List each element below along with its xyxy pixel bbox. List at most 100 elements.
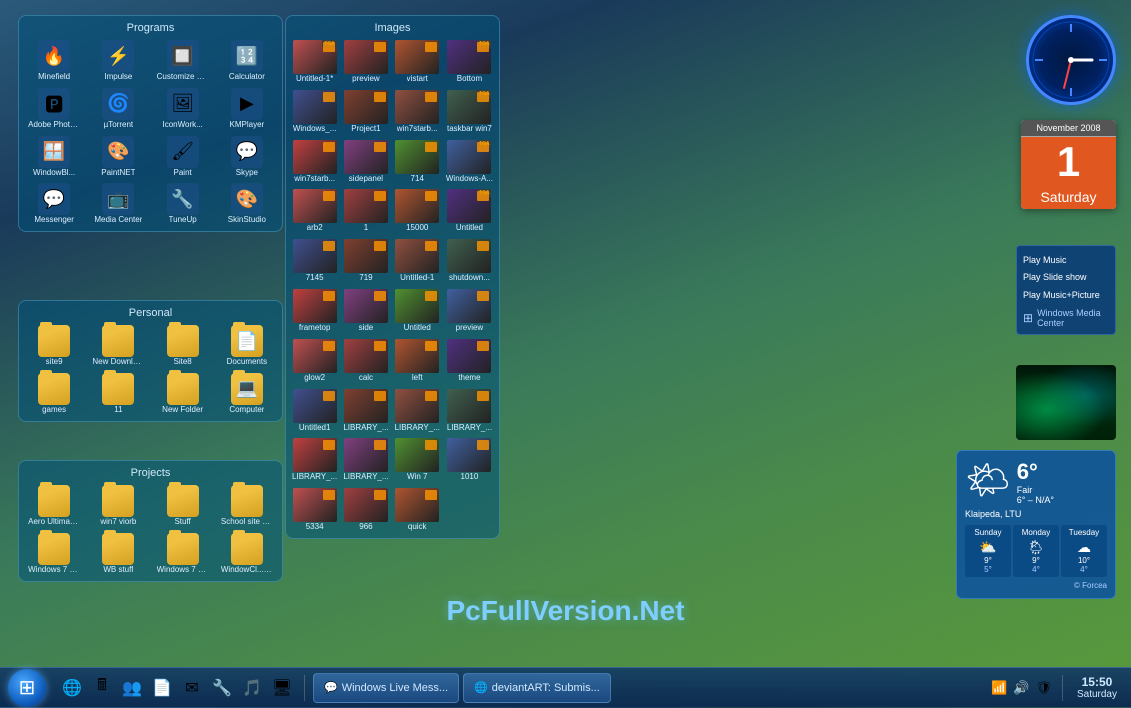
volume-icon[interactable]: 🔊 [1011, 678, 1031, 698]
image-item[interactable]: Untitled-1 [393, 237, 442, 285]
ie-icon[interactable]: 🌐 [58, 674, 86, 702]
image-item[interactable]: LIBRARY_... [444, 387, 495, 435]
image-item[interactable]: TGA Untitled [444, 187, 495, 235]
widget-calendar[interactable]: November 2008 1 Saturday [1021, 120, 1116, 209]
program-item[interactable]: 🔲 Customize Fences [152, 38, 214, 84]
media-slideshow[interactable]: Play Slide show [1023, 269, 1109, 286]
image-item[interactable]: LIBRARY_... [341, 387, 390, 435]
program-item[interactable]: 🎨 SkinStudio [216, 181, 278, 227]
image-item[interactable]: 5334 [290, 486, 339, 534]
program-item[interactable]: 🪟 WindowBl... [23, 134, 85, 180]
image-item[interactable]: 719 [341, 237, 390, 285]
program-item[interactable]: 🌀 µTorrent [87, 86, 149, 132]
image-item[interactable]: side [341, 287, 390, 335]
program-item[interactable]: 💬 Messenger [23, 181, 85, 227]
project-item[interactable]: win7 viorb [87, 483, 149, 529]
widget-clock[interactable] [1026, 15, 1116, 105]
project-item[interactable]: Aero Ultimate 7 [23, 483, 85, 529]
weather-forecast: Sunday ⛅ 9°5° Monday 🌦 9°4° Tuesday ☁ 10… [965, 525, 1107, 577]
program-item[interactable]: ⚡ Impulse [87, 38, 149, 84]
program-item[interactable]: 🖌 Paint [152, 134, 214, 180]
security-icon[interactable]: 🛡 [1033, 678, 1054, 698]
media-music-picture[interactable]: Play Music+Picture [1023, 287, 1109, 304]
project-item[interactable]: WindowCl... image [216, 531, 278, 577]
program-item[interactable]: 💬 Skype [216, 134, 278, 180]
image-item[interactable]: Untitled [393, 287, 442, 335]
widget-weather[interactable]: 🌤 6° Fair 6° – N/A° Klaipeda, LTU Sunday… [956, 450, 1116, 599]
project-item[interactable]: School site project [216, 483, 278, 529]
image-thumbnail [447, 239, 491, 273]
word-taskbar-icon[interactable]: 📄 [148, 674, 176, 702]
image-item[interactable]: arb2 [290, 187, 339, 235]
image-item[interactable]: Windows_... [290, 88, 339, 136]
image-item[interactable]: 15000 [393, 187, 442, 235]
image-item[interactable]: preview [341, 38, 390, 86]
personal-item[interactable]: games [23, 371, 85, 417]
program-item[interactable]: 🅿 Adobe Photoshop [23, 86, 85, 132]
image-item[interactable]: calc [341, 337, 390, 385]
image-item[interactable]: quick [393, 486, 442, 534]
start-button[interactable]: ⊞ [0, 668, 54, 708]
image-item[interactable]: shutdown... [444, 237, 495, 285]
program-item[interactable]: 📺 Media Center [87, 181, 149, 227]
program-item[interactable]: ▶ KMPlayer [216, 86, 278, 132]
clock-taskbar[interactable]: 15:50 Saturday [1071, 675, 1123, 700]
image-item[interactable]: TGA taskbar win7 [444, 88, 495, 136]
program-item[interactable]: 🔢 Calculator [216, 38, 278, 84]
image-item[interactable]: TGA Windows-A... [444, 138, 495, 186]
personal-item[interactable]: New Folder [152, 371, 214, 417]
taskbar-task-deviantart[interactable]: 🌐 deviantART: Submis... [463, 673, 611, 703]
image-thumbnail [395, 339, 439, 373]
image-item[interactable]: preview [444, 287, 495, 335]
image-item[interactable]: win7starb... [393, 88, 442, 136]
image-label: 1 [364, 224, 368, 233]
taskbar-task-messenger[interactable]: 💬 Windows Live Mess... [313, 673, 459, 703]
calculator-taskbar-icon[interactable]: 🖩 [88, 674, 116, 702]
media-play-music[interactable]: Play Music [1023, 252, 1109, 269]
personal-item[interactable]: 📄 Documents [216, 323, 278, 369]
media-taskbar-icon[interactable]: 🎵 [238, 674, 266, 702]
personal-item[interactable]: site9 [23, 323, 85, 369]
mail-taskbar-icon[interactable]: ✉ [178, 674, 206, 702]
image-item[interactable]: win7starb... [290, 138, 339, 186]
image-item[interactable]: LIBRARY_... [341, 436, 390, 484]
messenger-taskbar-icon[interactable]: 👥 [118, 674, 146, 702]
image-item[interactable]: 7145 [290, 237, 339, 285]
image-item[interactable]: 1010 [444, 436, 495, 484]
personal-item[interactable]: 11 [87, 371, 149, 417]
image-label: Untitled [456, 224, 483, 233]
image-item[interactable]: frametop [290, 287, 339, 335]
image-item[interactable]: Untitled1 [290, 387, 339, 435]
program-item[interactable]: 🖼 IconWork... [152, 86, 214, 132]
image-item[interactable]: 714 [393, 138, 442, 186]
tools-taskbar-icon[interactable]: 🔧 [208, 674, 236, 702]
image-item[interactable]: 966 [341, 486, 390, 534]
program-item[interactable]: 🎨 PaintNET [87, 134, 149, 180]
program-item[interactable]: 🔧 TuneUp [152, 181, 214, 227]
image-item[interactable]: vistart [393, 38, 442, 86]
project-item[interactable]: Stuff [152, 483, 214, 529]
image-item[interactable]: LIBRARY_... [290, 436, 339, 484]
image-item[interactable]: Project1 [341, 88, 390, 136]
image-item[interactable]: 1 [341, 187, 390, 235]
image-item[interactable]: LIBRARY_... [393, 387, 442, 435]
project-item[interactable]: Windows 7 Vistart [23, 531, 85, 577]
widget-media[interactable]: Play Music Play Slide show Play Music+Pi… [1016, 245, 1116, 335]
personal-item[interactable]: 💻 Computer [216, 371, 278, 417]
image-item[interactable]: TGA Bottom [444, 38, 495, 86]
image-item[interactable]: theme [444, 337, 495, 385]
screen-taskbar-icon[interactable]: 🖥 [268, 674, 296, 702]
network-icon[interactable]: 📶 [989, 678, 1009, 698]
program-item[interactable]: 🔥 Minefield [23, 38, 85, 84]
personal-item[interactable]: New Downloads [87, 323, 149, 369]
personal-item[interactable]: Site8 [152, 323, 214, 369]
image-item[interactable]: TGA Untitled-1* [290, 38, 339, 86]
image-item[interactable]: left [393, 337, 442, 385]
image-item[interactable]: Win 7 [393, 436, 442, 484]
image-item[interactable]: glow2 [290, 337, 339, 385]
image-item[interactable]: sidepanel [341, 138, 390, 186]
project-item[interactable]: Windows 7 system files [152, 531, 214, 577]
personal-label: site9 [46, 358, 63, 367]
widget-photo[interactable] [1016, 365, 1116, 440]
project-item[interactable]: WB stuff [87, 531, 149, 577]
